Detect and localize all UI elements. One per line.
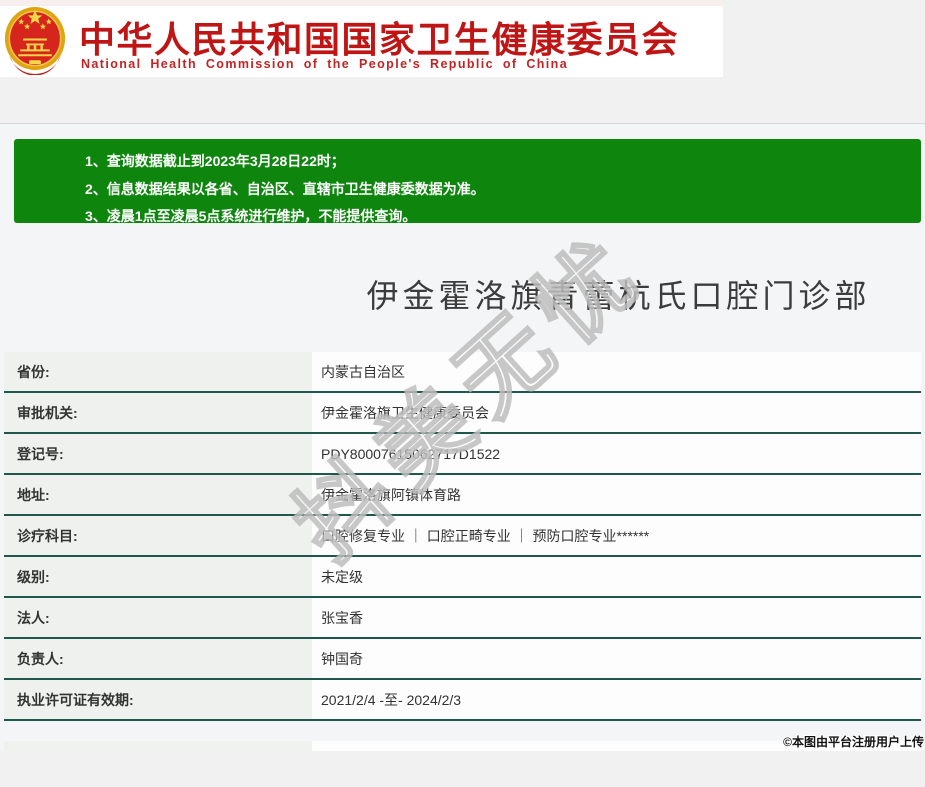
row-label: 审批机关:	[4, 393, 312, 432]
notice-line: 1、查询数据截止到2023年3月28日22时；	[85, 153, 345, 169]
row-value: PDY80007615062717D1522	[312, 434, 921, 473]
row-label	[4, 741, 312, 751]
table-row: 执业许可证有效期: 2021/2/4 -至- 2024/2/3	[4, 680, 921, 721]
row-label: 登记号:	[4, 434, 312, 473]
notice-line: 3、凌晨1点至凌晨5点系统进行维护，不能提供查询。	[85, 208, 417, 224]
table-row: 诊疗科目: 口腔修复专业 ｜ 口腔正畸专业 ｜ 预防口腔专业******	[4, 516, 921, 557]
table-row: 级别: 未定级	[4, 557, 921, 598]
row-label: 地址:	[4, 475, 312, 514]
national-emblem-icon[interactable]	[3, 4, 67, 75]
row-label: 级别:	[4, 557, 312, 596]
row-label: 执业许可证有效期:	[4, 680, 312, 719]
header-title-en: National Health Commission of the People…	[81, 57, 569, 71]
header-title-cn: 中华人民共和国国家卫生健康委员会	[79, 19, 680, 60]
row-value: 口腔修复专业 ｜ 口腔正畸专业 ｜ 预防口腔专业******	[312, 516, 921, 555]
row-value: 伊金霍洛旗阿镇体育路	[312, 475, 921, 514]
row-value: 钟国奇	[312, 639, 921, 678]
row-value: 未定级	[312, 557, 921, 596]
table-row: 省份: 内蒙古自治区	[4, 352, 921, 393]
row-value: 内蒙古自治区	[312, 352, 921, 391]
notice-banner: 1、查询数据截止到2023年3月28日22时； 2、信息数据结果以各省、自治区、…	[14, 139, 921, 224]
site-header: 中华人民共和国国家卫生健康委员会 National Health Commiss…	[0, 0, 723, 77]
page-root: 中华人民共和国国家卫生健康委员会 National Health Commiss…	[0, 0, 925, 751]
row-label: 负责人:	[4, 639, 312, 678]
table-row: 负责人: 钟国奇	[4, 639, 921, 680]
row-value: 2021/2/4 -至- 2024/2/3	[312, 680, 921, 719]
license-table: 省份: 内蒙古自治区 审批机关: 伊金霍洛旗卫生健康委员会 登记号: PDY80…	[4, 352, 921, 721]
table-row: 审批机关: 伊金霍洛旗卫生健康委员会	[4, 393, 921, 434]
table-row: 登记号: PDY80007615062717D1522	[4, 434, 921, 475]
header-top-strip	[0, 0, 723, 6]
row-value: 伊金霍洛旗卫生健康委员会	[312, 393, 921, 432]
row-label: 法人:	[4, 598, 312, 637]
table-row: 法人: 张宝香	[4, 598, 921, 639]
row-label: 诊疗科目:	[4, 516, 312, 555]
notice-line: 2、信息数据结果以各省、自治区、直辖市卫生健康委数据为准。	[85, 180, 485, 197]
copyright-note: ©本图由平台注册用户上传	[783, 735, 924, 749]
page-title: 伊金霍洛旗青蕾杭氏口腔门诊部	[366, 278, 871, 314]
row-value: 张宝香	[312, 598, 921, 637]
table-row: 地址: 伊金霍洛旗阿镇体育路	[4, 475, 921, 516]
row-label: 省份:	[4, 352, 312, 391]
